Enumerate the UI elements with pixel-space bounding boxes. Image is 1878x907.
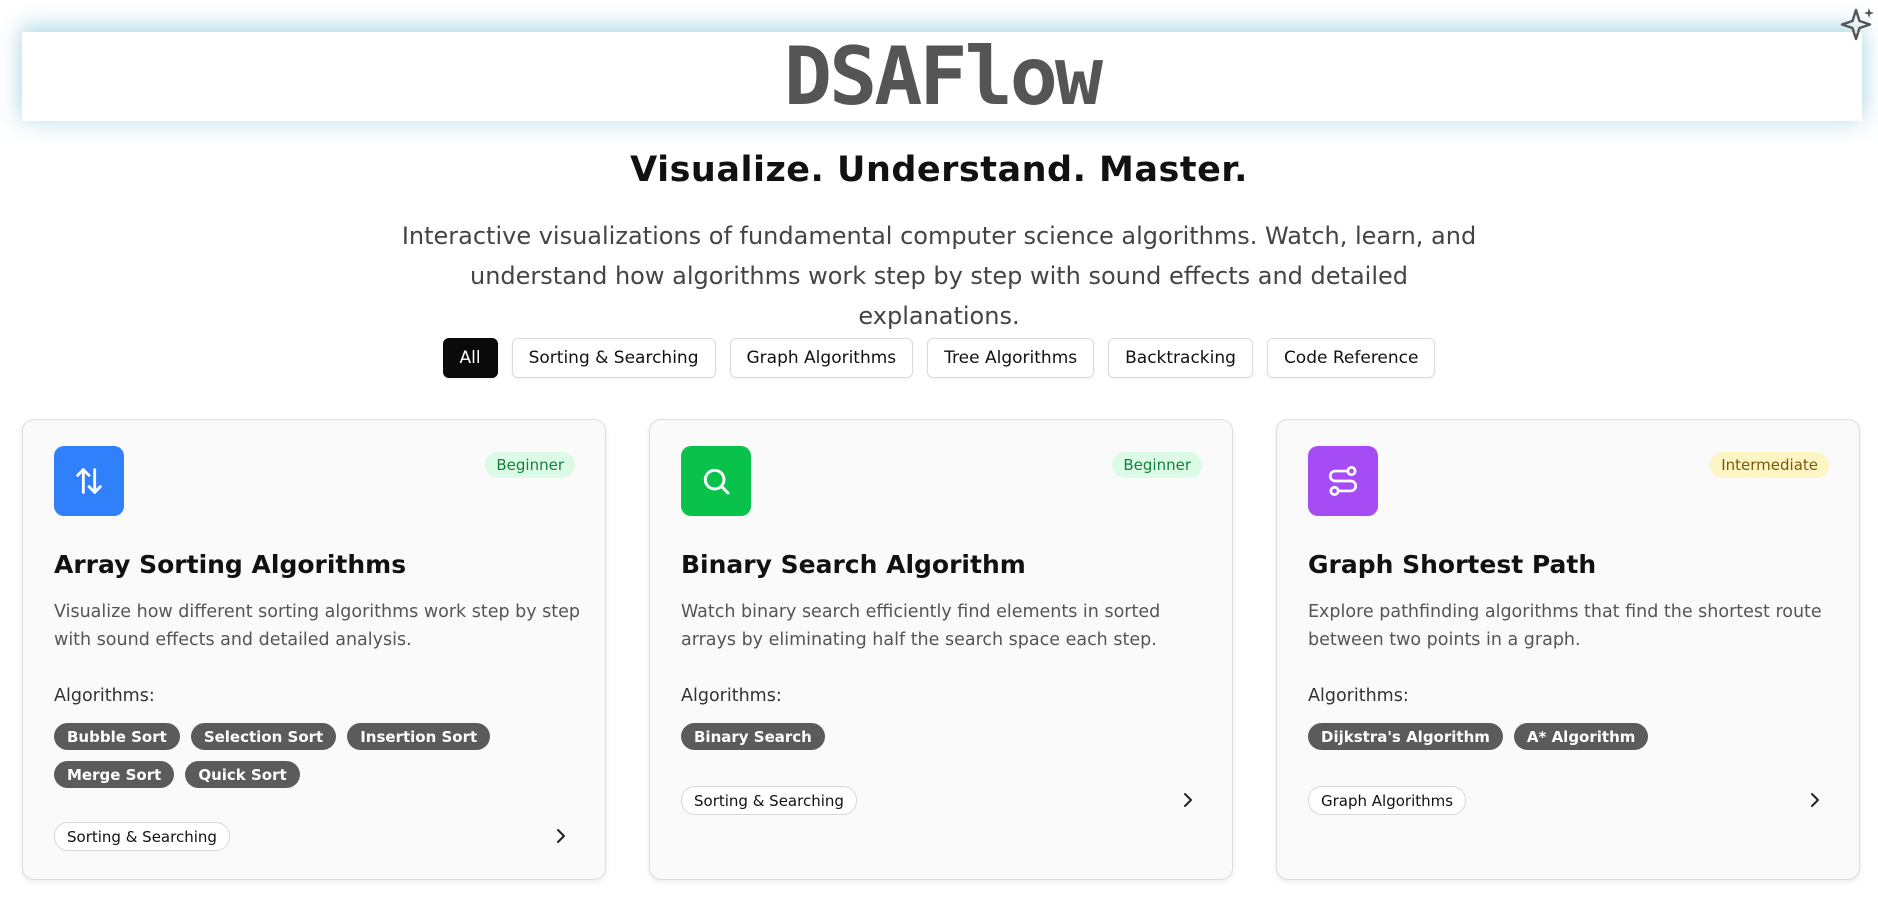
category-filters: All Sorting & Searching Graph Algorithms… [0,338,1878,378]
algorithm-chips: Dijkstra's Algorithm A* Algorithm [1308,723,1838,750]
chevron-right-icon[interactable] [1805,790,1825,810]
card-icon-tile [54,446,124,516]
algorithm-chip: Quick Sort [185,761,300,788]
algorithm-chips: Bubble Sort Selection Sort Insertion Sor… [54,723,584,788]
category-tag: Sorting & Searching [681,786,857,815]
category-tag: Sorting & Searching [54,822,230,851]
category-tag: Graph Algorithms [1308,786,1467,815]
algorithm-chip: Selection Sort [190,723,337,750]
sort-arrows-icon [76,468,102,494]
algorithm-chip: Merge Sort [54,761,175,788]
filter-sorting-searching[interactable]: Sorting & Searching [511,338,716,378]
chevron-right-icon[interactable] [1178,790,1198,810]
filter-all[interactable]: All [442,338,498,378]
algorithms-label: Algorithms: [54,686,155,706]
hero-description: Interactive visualizations of fundamenta… [401,222,1477,330]
difficulty-badge: Beginner [485,452,575,478]
card-title: Graph Shortest Path [1308,550,1597,579]
card-graph-shortest-path[interactable]: Intermediate Graph Shortest Path Explore… [1276,419,1860,880]
algorithm-chip: Binary Search [681,723,825,750]
card-title: Binary Search Algorithm [681,550,1026,579]
algorithm-chip: Insertion Sort [347,723,491,750]
header-bar: DSAFlow [22,32,1862,121]
filter-backtracking[interactable]: Backtracking [1108,338,1253,378]
card-icon-tile [1308,446,1378,516]
filter-code-reference[interactable]: Code Reference [1266,338,1436,378]
card-array-sorting[interactable]: Beginner Array Sorting Algorithms Visual… [22,419,606,880]
algorithms-label: Algorithms: [681,686,782,706]
filter-tree-algorithms[interactable]: Tree Algorithms [927,338,1095,378]
hero-tagline: Visualize. Understand. Master. [630,150,1248,190]
search-icon [703,468,730,495]
card-description: Visualize how different sorting algorith… [54,602,581,650]
algorithm-chip: Bubble Sort [54,723,180,750]
filter-graph-algorithms[interactable]: Graph Algorithms [729,338,914,378]
card-title: Array Sorting Algorithms [54,550,407,579]
difficulty-badge: Intermediate [1710,452,1829,478]
card-icon-tile [681,446,751,516]
chevron-right-icon[interactable] [551,826,571,846]
algorithm-chips: Binary Search [681,723,1211,750]
route-icon [1328,466,1358,496]
card-binary-search[interactable]: Beginner Binary Search Algorithm Watch b… [649,419,1233,880]
algorithm-chip: A* Algorithm [1513,723,1649,750]
sparkle-icon[interactable] [1836,4,1878,46]
card-description: Watch binary search efficiently find ele… [681,602,1161,650]
card-description: Explore pathfinding algorithms that find… [1308,602,1822,650]
algorithms-label: Algorithms: [1308,686,1409,706]
brand-logo[interactable]: DSAFlow [784,36,1103,117]
difficulty-badge: Beginner [1112,452,1202,478]
algorithm-chip: Dijkstra's Algorithm [1308,723,1503,750]
